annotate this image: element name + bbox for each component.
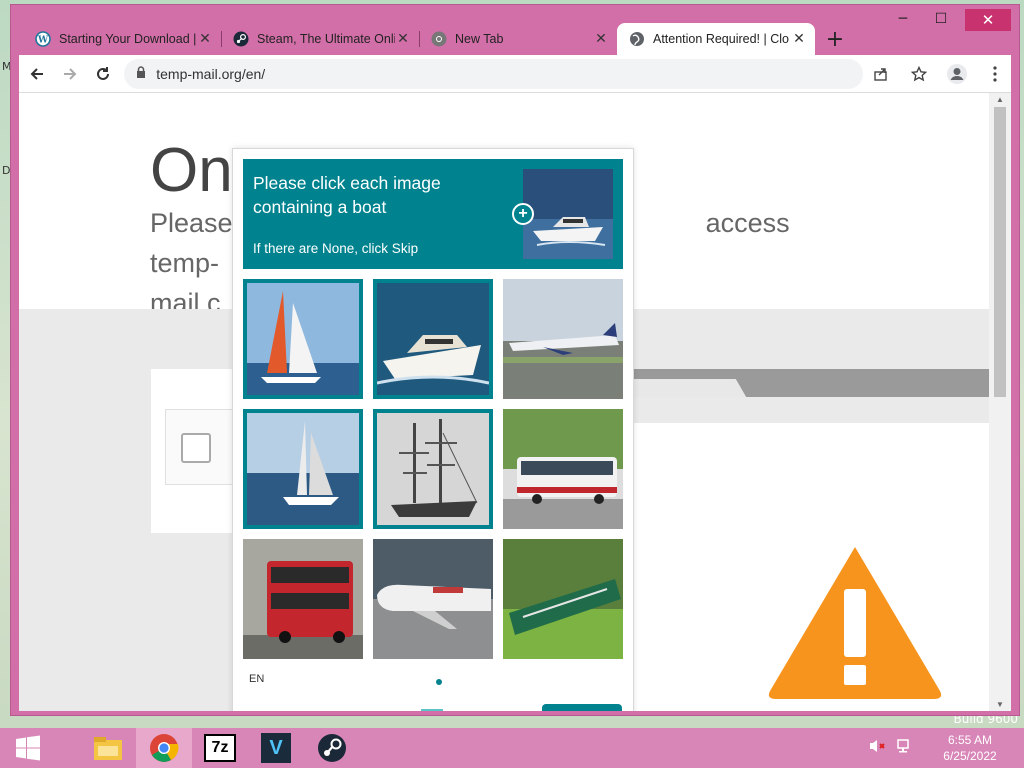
toolbar-actions bbox=[863, 58, 1011, 90]
chrome-icon[interactable] bbox=[136, 728, 192, 768]
tab-strip: W Starting Your Download | ✕ Steam, The … bbox=[23, 21, 1019, 55]
scrollbar-thumb[interactable] bbox=[994, 107, 1006, 397]
tab-title: Starting Your Download | bbox=[59, 32, 197, 46]
start-button[interactable] bbox=[0, 728, 56, 768]
captcha-tile-airplane[interactable] bbox=[373, 539, 493, 659]
expand-example-icon[interactable]: + bbox=[512, 203, 534, 225]
hcaptcha-challenge-dialog: Please click each image containing a boa… bbox=[232, 148, 634, 711]
address-bar[interactable]: temp-mail.org/en/ bbox=[124, 58, 863, 89]
warning-icon bbox=[764, 541, 946, 708]
tab-new-tab[interactable]: New Tab ✕ bbox=[419, 23, 617, 55]
captcha-tile-motor-yacht[interactable] bbox=[373, 279, 493, 399]
close-tab-icon[interactable]: ✕ bbox=[593, 31, 609, 47]
taskbar: 7z V 6:55 AM 6/25/2022 bbox=[0, 728, 1024, 768]
tab-attention-required[interactable]: Attention Required! | Clo ✕ bbox=[617, 23, 815, 55]
hcaptcha-logo-icon bbox=[421, 709, 443, 711]
steam-icon[interactable] bbox=[304, 728, 360, 768]
taskbar-clock[interactable]: 6:55 AM 6/25/2022 bbox=[924, 732, 1016, 764]
captcha-footer-icons: i ↻ bbox=[249, 709, 304, 711]
page-viewport: On Please access temp- mail.c ▲ ▼ Please… bbox=[19, 93, 1011, 711]
7zip-label: 7z bbox=[204, 734, 236, 762]
network-icon[interactable] bbox=[896, 738, 914, 759]
volume-muted-icon[interactable] bbox=[868, 738, 886, 759]
verify-button[interactable] bbox=[542, 704, 622, 711]
page-heading: On bbox=[150, 136, 233, 205]
browser-toolbar: temp-mail.org/en/ bbox=[19, 55, 1011, 93]
globe-icon bbox=[629, 31, 645, 47]
captcha-tile-tall-ship[interactable] bbox=[373, 409, 493, 529]
wordpress-icon: W bbox=[35, 31, 51, 47]
tab-title: New Tab bbox=[455, 32, 504, 46]
back-icon[interactable] bbox=[21, 58, 52, 90]
language-selector[interactable]: EN bbox=[249, 673, 264, 685]
close-tab-icon[interactable]: ✕ bbox=[197, 31, 213, 47]
captcha-tile-train[interactable] bbox=[503, 539, 623, 659]
captcha-tile-sailboat[interactable] bbox=[243, 409, 363, 529]
close-tab-icon[interactable]: ✕ bbox=[395, 31, 411, 47]
captcha-prompt-text: Please click each image containing a boa… bbox=[253, 173, 441, 217]
captcha-tile-airplane[interactable] bbox=[503, 279, 623, 399]
example-boat-image bbox=[523, 169, 613, 259]
page-scrollbar[interactable]: ▲ ▼ bbox=[989, 93, 1011, 711]
tab-starting-download[interactable]: W Starting Your Download | ✕ bbox=[23, 23, 221, 55]
page-indicator-dot bbox=[436, 679, 442, 685]
menu-kebab-icon[interactable] bbox=[979, 58, 1011, 90]
decorative-band bbox=[621, 369, 989, 397]
scroll-down-arrow-icon[interactable]: ▼ bbox=[995, 700, 1005, 709]
captcha-hint-text: If there are None, click Skip bbox=[253, 241, 419, 256]
captcha-tile-sailboat[interactable] bbox=[243, 279, 363, 399]
captcha-image-grid bbox=[243, 279, 623, 659]
steam-icon bbox=[233, 31, 249, 47]
clock-time: 6:55 AM bbox=[947, 733, 993, 747]
url-text: temp-mail.org/en/ bbox=[156, 65, 266, 82]
tab-title: Steam, The Ultimate Onli bbox=[257, 32, 395, 46]
vim-icon[interactable]: V bbox=[248, 728, 304, 768]
bookmark-star-icon[interactable] bbox=[903, 58, 935, 90]
scroll-up-arrow-icon[interactable]: ▲ bbox=[995, 95, 1005, 104]
file-explorer-icon[interactable] bbox=[80, 728, 136, 768]
reload-icon[interactable] bbox=[87, 58, 118, 90]
tab-steam[interactable]: Steam, The Ultimate Onli ✕ bbox=[221, 23, 419, 55]
browser-window: ─ ☐ ✕ W Starting Your Download | ✕ Steam… bbox=[10, 4, 1020, 716]
new-tab-button[interactable]: + bbox=[819, 23, 851, 55]
captcha-tile-bus[interactable] bbox=[503, 409, 623, 529]
captcha-tile-double-decker-bus[interactable] bbox=[243, 539, 363, 659]
chrome-icon bbox=[431, 31, 447, 47]
system-tray: 6:55 AM 6/25/2022 bbox=[868, 732, 1024, 764]
subtitle-left: Please bbox=[150, 208, 233, 238]
7zip-icon[interactable]: 7z bbox=[192, 728, 248, 768]
captcha-checkbox[interactable] bbox=[181, 433, 211, 463]
profile-avatar-icon[interactable] bbox=[941, 58, 973, 90]
svg-text:W: W bbox=[37, 36, 49, 46]
v-label: V bbox=[261, 733, 291, 763]
share-icon[interactable] bbox=[865, 58, 897, 90]
tab-title: Attention Required! | Clo bbox=[653, 32, 789, 46]
forward-icon[interactable] bbox=[54, 58, 85, 90]
lock-icon[interactable] bbox=[136, 65, 146, 82]
close-tab-icon[interactable]: ✕ bbox=[791, 31, 807, 47]
clock-date: 6/25/2022 bbox=[943, 749, 997, 763]
captcha-prompt-header: Please click each image containing a boa… bbox=[243, 159, 623, 269]
